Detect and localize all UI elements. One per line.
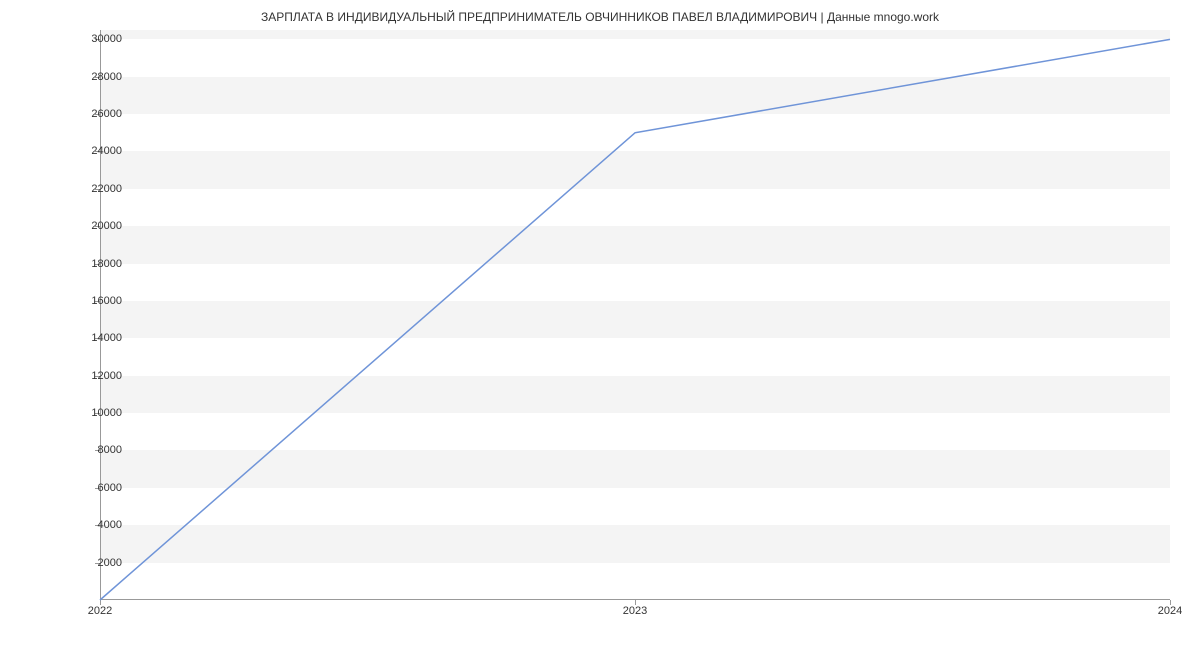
y-tick-label: 4000 xyxy=(98,519,122,531)
y-tick-label: 28000 xyxy=(91,71,122,83)
line-series xyxy=(100,30,1170,600)
y-tick-label: 20000 xyxy=(91,220,122,232)
y-tick-label: 22000 xyxy=(91,183,122,195)
y-tick-label: 8000 xyxy=(98,444,122,456)
y-tick-label: 30000 xyxy=(91,33,122,45)
x-tick-label: 2024 xyxy=(1158,605,1182,617)
y-tick-label: 2000 xyxy=(98,557,122,569)
y-tick-label: 6000 xyxy=(98,482,122,494)
y-tick-label: 14000 xyxy=(91,332,122,344)
y-tick-label: 18000 xyxy=(91,258,122,270)
plot-area xyxy=(100,30,1170,600)
y-tick-label: 10000 xyxy=(91,407,122,419)
x-tick-label: 2023 xyxy=(623,605,647,617)
y-tick-label: 12000 xyxy=(91,370,122,382)
x-tick-label: 2022 xyxy=(88,605,112,617)
y-tick-label: 24000 xyxy=(91,145,122,157)
chart-title: ЗАРПЛАТА В ИНДИВИДУАЛЬНЫЙ ПРЕДПРИНИМАТЕЛ… xyxy=(0,10,1200,24)
y-tick-label: 16000 xyxy=(91,295,122,307)
y-tick-label: 26000 xyxy=(91,108,122,120)
